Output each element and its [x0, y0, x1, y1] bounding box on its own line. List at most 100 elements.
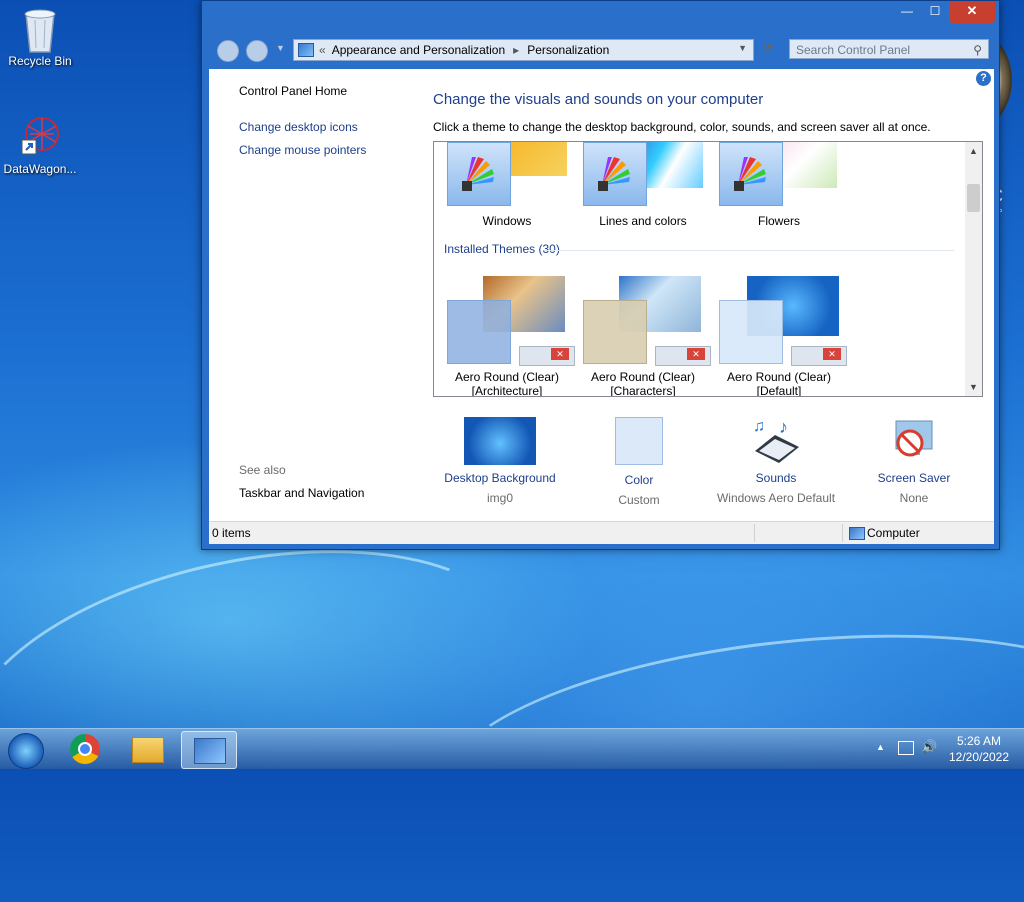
computer-icon: [849, 527, 865, 540]
theme-list[interactable]: Windows Lines and colors Flowers Install…: [433, 141, 983, 397]
theme-label-sub: [Architecture]: [471, 384, 543, 397]
color-setting[interactable]: Color Custom: [569, 417, 709, 507]
page-title: Change the visuals and sounds on your co…: [433, 91, 764, 108]
recent-pages-icon[interactable]: ▼: [276, 43, 285, 53]
address-prefix[interactable]: «: [319, 43, 326, 57]
desktop-icon-label: DataWagon...: [3, 162, 77, 176]
page-subtitle: Click a theme to change the desktop back…: [433, 120, 931, 134]
chrome-icon: [70, 734, 100, 764]
setting-value: img0: [486, 491, 513, 505]
network-icon[interactable]: [898, 741, 914, 755]
forward-button[interactable]: [246, 40, 268, 62]
desktop-icon-recycle-bin[interactable]: Recycle Bin: [0, 6, 80, 68]
theme-thumbnail: ✕: [719, 274, 847, 366]
color-palette-icon: [583, 142, 647, 206]
show-hidden-icons[interactable]: ▲: [876, 742, 885, 752]
color-palette-icon: [719, 142, 783, 206]
desktop-icon-datawagon[interactable]: DataWagon...: [0, 114, 80, 176]
sounds-setting[interactable]: ♫ ♪ Sounds Windows Aero Default: [706, 417, 846, 505]
desktop-background-setting[interactable]: Desktop Background img0: [430, 417, 570, 505]
sidebar-change-desktop-icons[interactable]: Change desktop icons: [239, 120, 358, 134]
color-swatch-icon: [615, 417, 663, 465]
theme-thumbnail: [447, 142, 567, 206]
desktop-background-icon: [464, 417, 536, 465]
status-item-count: 0 items: [212, 526, 251, 540]
theme-thumbnail: [583, 142, 703, 206]
recycle-bin-icon: [18, 6, 62, 53]
taskbar-chrome[interactable]: [58, 731, 112, 767]
status-bar: 0 items Computer: [209, 521, 994, 544]
theme-item-windows[interactable]: Windows: [442, 142, 572, 228]
datawagon-shortcut-icon: [18, 114, 62, 158]
setting-title[interactable]: Sounds: [706, 471, 846, 485]
theme-item-lines-and-colors[interactable]: Lines and colors: [578, 142, 708, 228]
address-bar[interactable]: « Appearance and Personalization ▸ Perso…: [293, 39, 754, 61]
setting-value: None: [899, 491, 929, 505]
setting-title[interactable]: Color: [569, 473, 709, 487]
section-divider: [544, 250, 954, 251]
folder-icon: [132, 737, 164, 763]
scrollbar-thumb[interactable]: [967, 184, 980, 212]
theme-label: Flowers: [757, 214, 800, 228]
see-also-heading: See also: [239, 463, 286, 477]
control-panel-icon: [194, 738, 226, 764]
close-icon: ✕: [823, 348, 841, 360]
desktop-icon-label: Recycle Bin: [8, 54, 72, 68]
close-button[interactable]: ✕: [949, 1, 995, 23]
volume-icon[interactable]: 🔊: [921, 739, 937, 755]
taskbar: ▲ 🔊 5:26 AM 12/20/2022: [0, 728, 1024, 769]
taskbar-file-explorer[interactable]: [120, 731, 174, 767]
theme-thumbnail: ✕: [447, 274, 575, 366]
color-palette-icon: [447, 142, 511, 206]
window-controls: — ☐ ✕: [893, 1, 995, 23]
setting-title[interactable]: Desktop Background: [430, 471, 570, 485]
theme-label: Aero Round (Clear): [590, 370, 696, 384]
theme-item-aero-default[interactable]: ✕ Aero Round (Clear) [Default]: [714, 274, 847, 397]
theme-item-flowers[interactable]: Flowers: [714, 142, 844, 228]
windows-logo-icon: [8, 733, 44, 769]
theme-thumbnail: ✕: [583, 274, 711, 366]
sidebar-change-mouse-pointers[interactable]: Change mouse pointers: [239, 143, 366, 157]
sidebar-control-panel-home[interactable]: Control Panel Home: [239, 84, 347, 98]
setting-value: Windows Aero Default: [716, 491, 836, 505]
sidebar-taskbar-navigation[interactable]: Taskbar and Navigation: [239, 486, 364, 500]
search-input[interactable]: Search Control Panel ⚲: [789, 39, 989, 59]
back-button[interactable]: [217, 40, 239, 62]
setting-title[interactable]: Screen Saver: [844, 471, 984, 485]
personalization-window[interactable]: — ☐ ✕ ▼ « Appearance and Personalization…: [201, 0, 1000, 550]
theme-thumbnail: [719, 142, 839, 206]
control-panel-icon: [298, 43, 314, 57]
scroll-up-icon[interactable]: ▲: [965, 146, 982, 156]
theme-list-scrollbar[interactable]: ▲ ▼: [965, 142, 982, 396]
screen-saver-setting[interactable]: Screen Saver None: [844, 417, 984, 505]
refresh-icon[interactable]: ⟳: [757, 40, 779, 60]
scroll-down-icon[interactable]: ▼: [965, 382, 982, 392]
search-icon: ⚲: [973, 43, 982, 57]
setting-value: Custom: [618, 493, 660, 507]
search-placeholder: Search Control Panel: [796, 43, 911, 57]
address-dropdown-icon[interactable]: ▼: [738, 43, 747, 53]
breadcrumb-appearance[interactable]: Appearance and Personalization: [332, 43, 505, 57]
theme-label-sub: [Characters]: [610, 384, 676, 397]
help-button[interactable]: ?: [976, 71, 991, 86]
minimize-button[interactable]: —: [893, 1, 921, 23]
theme-label-sub: [Default]: [756, 384, 802, 397]
breadcrumb-separator[interactable]: ▸: [513, 43, 519, 57]
svg-text:♪: ♪: [779, 417, 788, 437]
theme-label: Aero Round (Clear): [454, 370, 560, 384]
status-divider: [754, 524, 755, 542]
taskbar-control-panel[interactable]: [181, 731, 237, 769]
status-divider: [842, 524, 843, 542]
theme-item-aero-architecture[interactable]: ✕ Aero Round (Clear) [Architecture]: [442, 274, 575, 397]
maximize-button[interactable]: ☐: [921, 1, 949, 23]
installed-themes-header: Installed Themes (30): [444, 242, 560, 256]
clock-date: 12/20/2022: [948, 750, 1010, 764]
screen-saver-icon: [890, 417, 938, 465]
close-icon: ✕: [687, 348, 705, 360]
theme-item-aero-characters[interactable]: ✕ Aero Round (Clear) [Characters]: [578, 274, 711, 397]
breadcrumb-personalization[interactable]: Personalization: [527, 43, 609, 57]
taskbar-clock[interactable]: 5:26 AM 12/20/2022: [944, 734, 1014, 764]
start-button[interactable]: [0, 731, 50, 769]
sounds-icon: ♫ ♪: [749, 417, 803, 465]
close-icon: ✕: [551, 348, 569, 360]
